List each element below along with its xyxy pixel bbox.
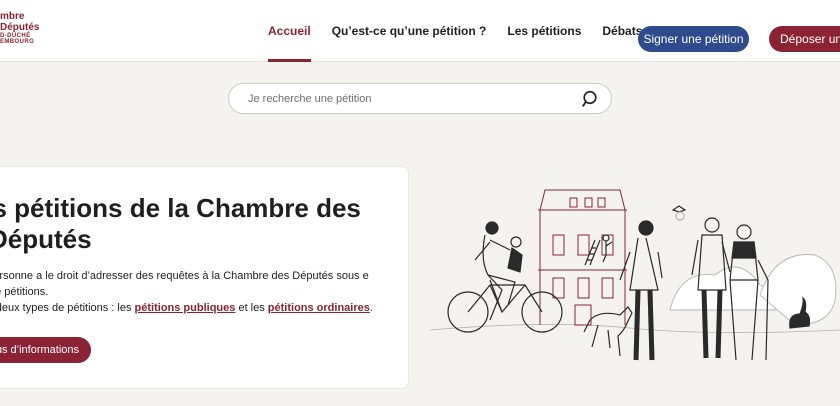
nav-item-accueil[interactable]: Accueil <box>268 0 311 62</box>
sign-petition-button[interactable]: Signer une pétition <box>638 26 749 52</box>
logo-line-4: EMBOURG <box>0 39 35 46</box>
search-bar <box>228 83 612 114</box>
search-icon[interactable] <box>582 90 600 108</box>
hero-title: es pétitions de la Chambre des Députés <box>0 193 361 254</box>
hero-text-suffix: . <box>369 302 373 314</box>
hero-text: e personne a le droit d’adresser des req… <box>0 268 379 316</box>
top-bar: mbre Députés D-DUCHÉ EMBOURG Accueil Qu’… <box>0 0 840 62</box>
nav-item-les-petitions[interactable]: Les pétitions <box>507 0 581 62</box>
search-input[interactable] <box>248 84 568 113</box>
more-info-button[interactable]: us d’informations <box>0 337 91 363</box>
people-building-illustration <box>430 189 840 361</box>
hero-text-prefix: ste deux types de pétitions : les <box>0 302 132 314</box>
logo-line-1: mbre <box>0 11 25 22</box>
submit-petition-button[interactable]: Déposer une <box>769 26 840 52</box>
nav-item-quest-ce-quune-petition[interactable]: Qu’est-ce qu’une pétition ? <box>332 0 487 62</box>
ordinary-petitions-link[interactable]: pétitions ordinaires <box>268 302 370 314</box>
hero-card: es pétitions de la Chambre des Députés e… <box>0 166 409 389</box>
logo[interactable]: mbre Députés D-DUCHÉ EMBOURG <box>0 11 40 46</box>
public-petitions-link[interactable]: pétitions publiques <box>135 302 236 314</box>
hero-text-mid: et les <box>235 302 268 314</box>
logo-line-2: Députés <box>0 21 40 33</box>
hero-paragraph-1: e personne a le droit d’adresser des req… <box>0 270 369 298</box>
hero-paragraph-2: ste deux types de pétitions : les pétiti… <box>0 300 379 316</box>
